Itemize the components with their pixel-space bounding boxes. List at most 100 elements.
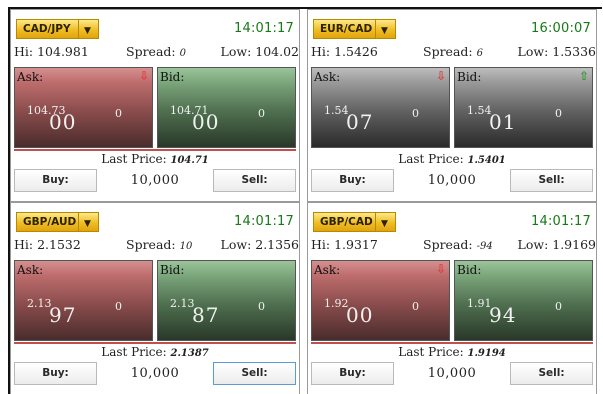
bid-price-pips: 01 [489, 110, 517, 134]
ask-price-pips: 00 [49, 110, 77, 134]
bid-price-fraction: 0 [258, 300, 265, 313]
spread: Spread: -94 [423, 237, 493, 252]
quote-time: 14:01:17 [531, 214, 591, 229]
order-bar: Buy: 10,000 Sell: [14, 169, 296, 193]
currency-pair-dropdown[interactable]: GBP/CAD ▼ [313, 212, 396, 232]
currency-pair-dropdown[interactable]: GBP/AUD ▼ [16, 212, 99, 232]
amount-input[interactable]: 10,000 [395, 169, 509, 192]
ask-price-fraction: 0 [412, 107, 419, 120]
buy-button[interactable]: Buy: [14, 169, 97, 192]
currency-pair-label: CAD/JPY [23, 23, 71, 35]
ask-quote-button[interactable]: Ask: 2.13 97 0 [14, 260, 153, 341]
stats-row: Hi: 2.1532 Spread: 10 Low: 2.1356 [14, 237, 299, 255]
high-value: Hi: 104.981 [14, 44, 89, 59]
sell-button[interactable]: Sell: [213, 362, 296, 385]
chevron-down-icon: ▼ [84, 26, 91, 36]
sell-button[interactable]: Sell: [510, 169, 593, 192]
last-price-bar: Last Price: 1.5401 [311, 149, 593, 166]
quote-time: 14:01:17 [234, 21, 294, 36]
ask-label: Ask: [314, 70, 341, 84]
ask-price-pips: 07 [346, 110, 374, 134]
currency-widget-grid: CAD/JPY ▼ 14:01:17 Hi: 104.981 Spread: 0… [10, 9, 603, 394]
currency-pair-label: GBP/CAD [320, 216, 373, 228]
amount-input[interactable]: 10,000 [98, 169, 212, 192]
stats-row: Hi: 1.5426 Spread: 6 Low: 1.5336 [311, 44, 596, 62]
quote-time: 14:01:17 [234, 214, 294, 229]
last-price-bar: Last Price: 2.1387 [14, 342, 296, 359]
arrow-down-icon: ⇩ [435, 262, 446, 276]
currency-pair-label: GBP/AUD [23, 216, 77, 228]
bid-quote-button[interactable]: Bid: ⇧ 1.54 01 0 [454, 67, 593, 148]
bid-price-pips: 94 [489, 303, 517, 327]
low-value: Low: 1.9169 [517, 237, 596, 252]
spread: Spread: 10 [126, 237, 193, 252]
ask-quote-button[interactable]: Ask: ⇩ 1.92 00 0 [311, 260, 450, 341]
bid-price-pips: 87 [192, 303, 220, 327]
chevron-down-icon: ▼ [381, 26, 388, 36]
last-price-bar: Last Price: 104.71 [14, 149, 296, 166]
bid-price-pips: 00 [192, 110, 220, 134]
bid-quote-button[interactable]: Bid: 1.91 94 0 [454, 260, 593, 341]
last-price-value: 1.5401 [467, 155, 506, 166]
ask-label: Ask: [17, 70, 44, 84]
chevron-down-icon: ▼ [84, 219, 91, 229]
bid-label: Bid: [160, 70, 185, 84]
high-value: Hi: 1.9317 [311, 237, 378, 252]
currency-widget: EUR/CAD ▼ 16:00:07 Hi: 1.5426 Spread: 6 … [307, 9, 597, 202]
amount-input[interactable]: 10,000 [395, 362, 509, 385]
chevron-down-icon: ▼ [381, 219, 388, 229]
bid-price-big: 2.13 [170, 297, 195, 310]
currency-widget: CAD/JPY ▼ 14:01:17 Hi: 104.981 Spread: 0… [10, 9, 300, 202]
currency-widget: GBP/CAD ▼ 14:01:17 Hi: 1.9317 Spread: -9… [307, 202, 597, 394]
arrow-up-icon: ⇧ [578, 69, 589, 83]
high-value: Hi: 1.5426 [311, 44, 378, 59]
spread-value: 0 [179, 48, 186, 59]
quote-time: 16:00:07 [531, 21, 591, 36]
ask-price-big: 1.54 [324, 104, 349, 117]
buy-button[interactable]: Buy: [311, 169, 394, 192]
arrow-down-icon: ⇩ [435, 69, 446, 83]
bid-label: Bid: [457, 70, 482, 84]
stats-row: Hi: 1.9317 Spread: -94 Low: 1.9169 [311, 237, 596, 255]
ask-quote-button[interactable]: Ask: ⇩ 1.54 07 0 [311, 67, 450, 148]
sell-button[interactable]: Sell: [510, 362, 593, 385]
ask-price-fraction: 0 [412, 300, 419, 313]
ask-price-fraction: 0 [115, 107, 122, 120]
bid-price-big: 1.91 [467, 297, 492, 310]
ask-label: Ask: [17, 263, 44, 277]
low-value: Low: 2.1356 [220, 237, 299, 252]
currency-pair-dropdown[interactable]: EUR/CAD ▼ [313, 19, 396, 39]
spread: Spread: 6 [423, 44, 483, 59]
bid-price-big: 1.54 [467, 104, 492, 117]
bid-label: Bid: [457, 263, 482, 277]
last-price-value: 104.71 [170, 155, 209, 166]
currency-pair-dropdown[interactable]: CAD/JPY ▼ [16, 19, 99, 39]
low-value: Low: 104.02 [220, 44, 299, 59]
currency-pair-label: EUR/CAD [320, 23, 373, 35]
order-bar: Buy: 10,000 Sell: [311, 362, 593, 386]
last-price-value: 1.9194 [467, 348, 506, 359]
bid-price-fraction: 0 [258, 107, 265, 120]
last-price-value: 2.1387 [170, 348, 209, 359]
sell-button[interactable]: Sell: [213, 169, 296, 192]
low-value: Low: 1.5336 [517, 44, 596, 59]
ask-price-pips: 97 [49, 303, 77, 327]
bid-price-fraction: 0 [555, 107, 562, 120]
ask-price-big: 2.13 [27, 297, 52, 310]
stats-row: Hi: 104.981 Spread: 0 Low: 104.02 [14, 44, 299, 62]
bid-label: Bid: [160, 263, 185, 277]
spread: Spread: 0 [126, 44, 186, 59]
buy-button[interactable]: Buy: [14, 362, 97, 385]
bid-quote-button[interactable]: Bid: 2.13 87 0 [157, 260, 296, 341]
order-bar: Buy: 10,000 Sell: [311, 169, 593, 193]
ask-quote-button[interactable]: Ask: ⇩ 104.73 00 0 [14, 67, 153, 148]
bid-price-fraction: 0 [555, 300, 562, 313]
bid-quote-button[interactable]: Bid: 104.71 00 0 [157, 67, 296, 148]
high-value: Hi: 2.1532 [14, 237, 81, 252]
amount-input[interactable]: 10,000 [98, 362, 212, 385]
ask-price-big: 1.92 [324, 297, 349, 310]
buy-button[interactable]: Buy: [311, 362, 394, 385]
spread-value: 10 [179, 241, 193, 252]
order-bar: Buy: 10,000 Sell: [14, 362, 296, 386]
spread-value: 6 [476, 48, 483, 59]
